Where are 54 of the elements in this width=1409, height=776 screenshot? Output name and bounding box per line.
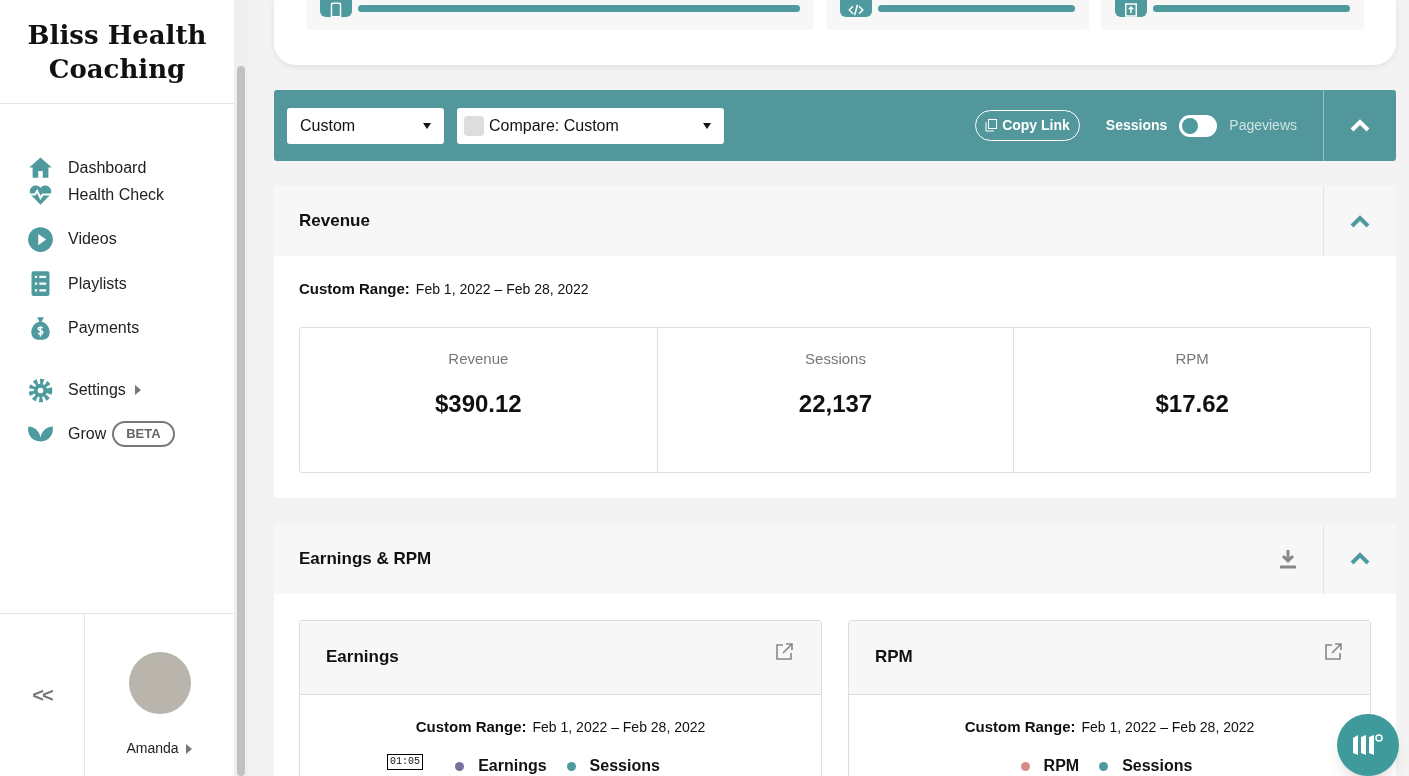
section-title: Revenue — [299, 210, 371, 233]
collapse-button[interactable]: << — [0, 614, 85, 776]
date-range: Feb 1, 2022 – Feb 28, 2022 — [532, 717, 706, 737]
caret-icon — [703, 122, 711, 129]
range-label: Custom Range: — [415, 716, 527, 737]
brand-title: Bliss Health Coaching — [26, 18, 208, 86]
settings-icon — [27, 376, 54, 404]
legend-label: Sessions — [1122, 756, 1193, 776]
user-menu[interactable]: Amanda — [126, 738, 193, 759]
stat-label: Revenue — [448, 348, 509, 369]
caret-icon — [423, 122, 431, 129]
stat-value: $17.62 — [1155, 389, 1229, 419]
legend-label: Sessions — [589, 756, 660, 776]
range-dropdown[interactable]: Custom — [287, 107, 444, 144]
stat-value: 22,137 — [798, 389, 873, 419]
download-icon[interactable] — [1279, 548, 1297, 569]
scrollbar-thumb[interactable] — [237, 66, 245, 776]
external-link-icon[interactable] — [775, 643, 793, 661]
nav-item[interactable]: Health Check — [0, 181, 234, 208]
panel-title: RPM — [875, 646, 913, 669]
stat-label: RPM — [1175, 348, 1209, 369]
date-range: Feb 1, 2022 – Feb 28, 2022 — [1081, 717, 1255, 737]
home-icon — [27, 154, 54, 181]
toggle-label: Pageviews — [1229, 116, 1297, 135]
caret-icon — [184, 743, 193, 754]
play-icon — [27, 225, 54, 253]
external-link-icon[interactable] — [1324, 643, 1342, 661]
toggle-label: Sessions — [1105, 116, 1168, 135]
section-title: Earnings & RPM — [299, 547, 433, 570]
nav-item[interactable]: Settings — [0, 359, 234, 421]
copy-icon — [985, 119, 998, 132]
range-label: Custom Range: — [299, 279, 410, 299]
leaf-icon — [27, 424, 54, 443]
panel-title: Earnings — [326, 646, 399, 669]
chevron-up-icon — [1350, 119, 1370, 132]
legend-label: Earnings — [478, 756, 547, 776]
toggle-switch[interactable] — [1182, 117, 1199, 134]
date-range: Feb 1, 2022 – Feb 28, 2022 — [415, 280, 589, 299]
beta-badge: BETA — [112, 421, 175, 447]
nav-item[interactable]: Payments — [0, 297, 234, 359]
range-label: Custom Range: — [964, 716, 1076, 737]
nav-item[interactable]: Dashboard — [0, 154, 234, 181]
legend-label: RPM — [1043, 756, 1080, 776]
stat-label: Sessions — [805, 348, 866, 369]
nav-item[interactable]: Playlists — [0, 270, 234, 297]
logo-icon — [1351, 732, 1385, 758]
compare-dropdown[interactable]: Compare: Custom — [457, 107, 724, 144]
chevron-up-icon — [1350, 214, 1370, 228]
stat-value: $390.12 — [434, 389, 522, 419]
chevron-up-icon — [1350, 552, 1370, 565]
nav-item[interactable]: Grow BETA — [0, 421, 234, 447]
color-swatch — [464, 115, 484, 136]
time-tooltip: 01:05 — [387, 754, 423, 770]
nav-item[interactable]: Videos — [0, 208, 234, 270]
